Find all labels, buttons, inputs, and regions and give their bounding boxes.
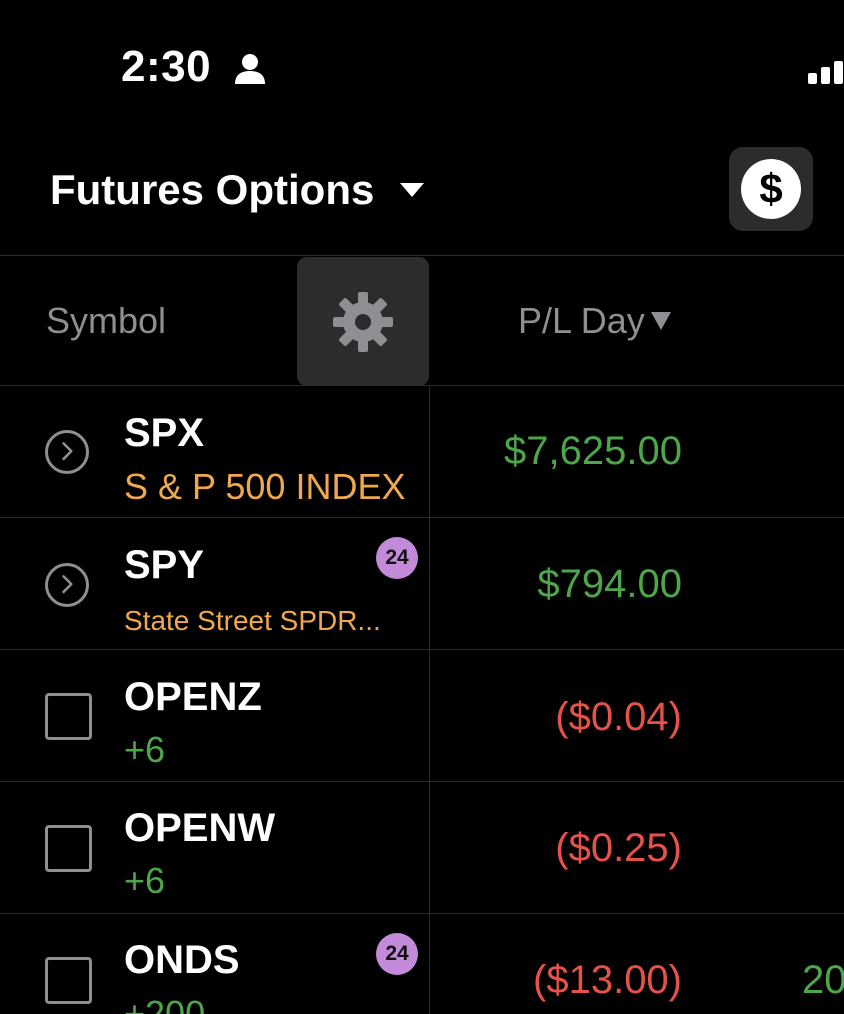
row-badge: 24 (376, 933, 418, 975)
chevron-right-circle-icon[interactable] (45, 430, 89, 474)
row-quantity: +6 (124, 729, 166, 770)
row-description: State Street SPDR... (124, 605, 381, 636)
row-pl-day: ($0.25) (555, 826, 682, 870)
row-description: S & P 500 INDEX (124, 466, 406, 507)
caret-down-icon (400, 183, 425, 197)
row-badge: 24 (376, 537, 418, 579)
table-row[interactable]: OPENZ +6 ($0.04) (0, 650, 844, 782)
settings-button[interactable] (297, 257, 429, 386)
table-row[interactable]: SPY 24 State Street SPDR... $794.00 (0, 518, 844, 650)
person-icon (235, 54, 265, 84)
row-symbol: SPY (124, 543, 205, 587)
row-pl-day: ($13.00) (533, 958, 682, 1002)
table-row[interactable]: SPX S & P 500 INDEX $7,625.00 (0, 386, 844, 518)
table-row[interactable]: ONDS 24 +200 ($13.00) 20 (0, 914, 844, 1014)
row-symbol: OPENW (124, 806, 276, 850)
svg-text:$: $ (759, 165, 782, 212)
row-symbol: OPENZ (124, 675, 262, 719)
row-quantity: +6 (124, 860, 166, 901)
column-symbol[interactable]: Symbol (46, 298, 166, 344)
column-header: Symbol P/L Day (0, 255, 844, 386)
row-pl-day: $7,625.00 (504, 429, 682, 473)
account-selector[interactable]: Futures Options (50, 160, 425, 220)
row-quantity: +200 (124, 993, 206, 1014)
checkbox-icon[interactable] (45, 957, 92, 1004)
gear-icon (333, 291, 393, 352)
screen: 2:30 Futures Options $ Symbol P/L Day SP… (0, 0, 844, 1014)
checkbox-icon[interactable] (45, 693, 92, 740)
currency-button[interactable]: $ (729, 147, 813, 231)
dollar-icon: $ (741, 159, 801, 219)
column-pl-day-label: P/L Day (518, 300, 645, 341)
status-time: 2:30 (121, 42, 212, 91)
row-pl-day: $794.00 (537, 562, 682, 606)
signal-icon (808, 58, 844, 84)
table-row[interactable]: OPENW +6 ($0.25) (0, 782, 844, 914)
page-title: Futures Options (50, 166, 375, 213)
row-symbol: ONDS (124, 938, 240, 982)
chevron-right-circle-icon[interactable] (45, 563, 89, 607)
sort-desc-icon (650, 312, 671, 330)
column-pl-day[interactable]: P/L Day (518, 298, 671, 344)
checkbox-icon[interactable] (45, 825, 92, 872)
row-pl-day: ($0.04) (555, 695, 682, 739)
positions-list: SPX S & P 500 INDEX $7,625.00 SPY 24 Sta… (0, 386, 844, 1014)
row-symbol: SPX (124, 411, 205, 455)
row-extra-value: 20 (802, 958, 844, 1002)
